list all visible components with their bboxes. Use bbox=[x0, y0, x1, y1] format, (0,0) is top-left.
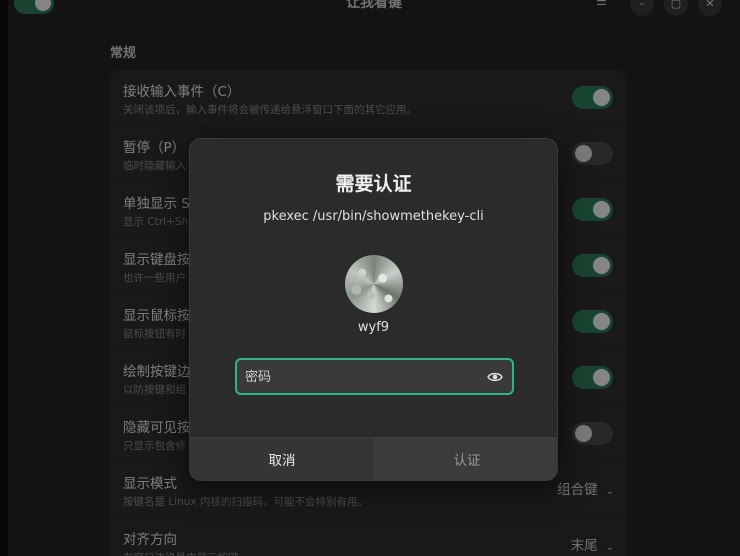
dialog-buttons: 取消 认证 bbox=[190, 437, 557, 480]
password-field[interactable] bbox=[235, 358, 514, 395]
username: wyf9 bbox=[357, 320, 390, 335]
authenticate-button[interactable]: 认证 bbox=[375, 438, 557, 480]
cancel-button[interactable]: 取消 bbox=[190, 438, 375, 480]
show-password-icon[interactable] bbox=[487, 370, 503, 384]
auth-dialog: 需要认证 pkexec /usr/bin/showmethekey-cli wy… bbox=[189, 138, 558, 481]
dialog-title: 需要认证 bbox=[335, 173, 412, 195]
avatar bbox=[345, 255, 403, 313]
password-input[interactable] bbox=[245, 366, 475, 388]
dialog-command: pkexec /usr/bin/showmethekey-cli bbox=[263, 209, 484, 224]
